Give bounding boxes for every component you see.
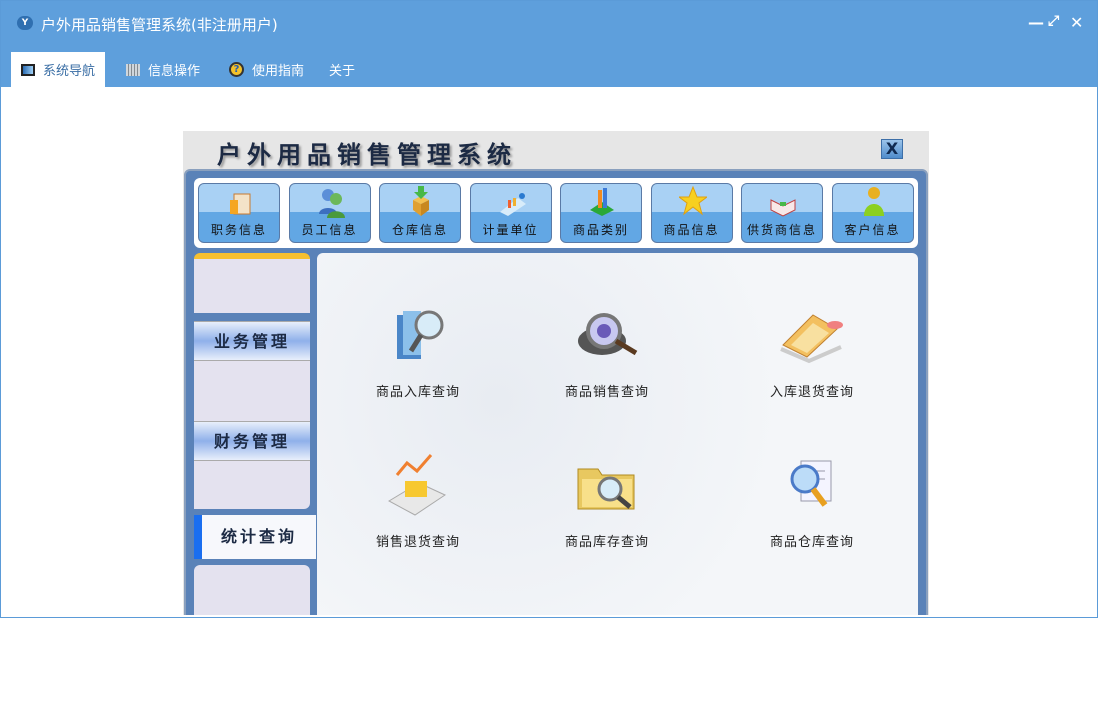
panel-title: 户外用品销售管理系统 <box>217 141 517 169</box>
toolbar-icon <box>318 189 345 218</box>
toolbar-icon <box>590 188 614 216</box>
toolbar-label: 商品信息 <box>663 223 720 237</box>
query-item-3[interactable]: 销售退货查询 <box>353 451 483 561</box>
main-window: Y 户外用品销售管理系统(非注册用户) — ⤢ ✕ 系统导航 信息操作 ? 使用指… <box>0 0 1098 618</box>
query-icon <box>578 313 638 356</box>
help-icon: ? <box>229 62 244 77</box>
toolbar-label: 员工信息 <box>301 223 358 237</box>
sidebar-item-statistics[interactable]: 统计查询 <box>194 515 316 559</box>
panel-frame: 职务信息 员工信息 仓库信息 计量单位 商品类别 商品信息 供货商信息 客户信息 业务管理 财… <box>184 169 928 615</box>
query-item-4[interactable]: 商品库存查询 <box>542 451 672 561</box>
query-label: 商品仓库查询 <box>769 535 854 550</box>
query-label: 商品库存查询 <box>564 535 649 550</box>
monitor-icon <box>21 63 35 76</box>
toolbar-button-3[interactable]: 计量单位 <box>469 183 552 243</box>
sidebar-panel <box>194 565 310 615</box>
tab-label: 系统导航 <box>43 64 96 79</box>
toolbar-icon <box>863 187 884 216</box>
query-item-0[interactable]: 商品入库查询 <box>353 301 483 411</box>
sidebar-item-finance[interactable]: 财务管理 <box>194 421 310 461</box>
query-icon <box>397 310 444 359</box>
query-icon <box>790 460 832 507</box>
toolbar-label: 客户信息 <box>844 223 901 237</box>
toolbar-button-0[interactable]: 职务信息 <box>198 183 280 243</box>
toolbar-icon <box>770 199 796 217</box>
content-area: 商品入库查询 商品销售查询 入库退货查询销售退货查询 商品库存查询 商品仓库查询 <box>317 253 918 615</box>
restore-button[interactable]: ⤢ <box>1048 13 1059 29</box>
grid-icon <box>126 63 140 76</box>
tab-system-nav[interactable]: 系统导航 <box>11 52 106 87</box>
toolbar-button-6[interactable]: 供货商信息 <box>741 183 823 243</box>
query-icon <box>780 314 843 364</box>
toolbar-label: 商品类别 <box>572 223 629 237</box>
toolbar-label: 计量单位 <box>482 223 539 237</box>
toolbar-icon <box>678 186 707 216</box>
toolbar-icon <box>230 193 251 215</box>
toolbar-label: 职务信息 <box>210 223 267 237</box>
toolbar-button-1[interactable]: 员工信息 <box>288 183 371 243</box>
toolbar-icon <box>499 193 526 216</box>
sidebar-item-business[interactable]: 业务管理 <box>194 321 310 361</box>
close-button[interactable]: ✕ <box>1070 13 1083 32</box>
tab-label: 信息操作 <box>148 64 201 79</box>
toolbar-button-2[interactable]: 仓库信息 <box>379 183 461 243</box>
toolbar-label: 供货商信息 <box>746 223 817 237</box>
query-label: 销售退货查询 <box>375 535 460 550</box>
tab-info-ops[interactable]: 信息操作 <box>116 52 210 87</box>
tab-about[interactable]: 关于 <box>319 52 365 87</box>
tab-user-guide[interactable]: ? 使用指南 <box>219 52 314 87</box>
query-item-1[interactable]: 商品销售查询 <box>542 301 672 411</box>
toolbar-label: 仓库信息 <box>391 223 448 237</box>
tab-label: 关于 <box>329 64 356 79</box>
toolbar-button-5[interactable]: 商品信息 <box>650 183 733 243</box>
query-icon <box>577 468 635 510</box>
tab-bar: 系统导航 信息操作 ? 使用指南 关于 <box>1 45 1097 87</box>
tab-label: 使用指南 <box>252 64 305 79</box>
window-title: 户外用品销售管理系统(非注册用户) <box>41 16 278 34</box>
query-item-5[interactable]: 商品仓库查询 <box>747 451 877 561</box>
panel-close-button[interactable]: X <box>881 139 903 159</box>
app-logo-icon: Y <box>17 16 33 30</box>
minimize-button[interactable]: — <box>1028 13 1044 32</box>
query-item-2[interactable]: 入库退货查询 <box>747 301 877 411</box>
sidebar-panel <box>194 361 310 421</box>
title-bar: Y 户外用品销售管理系统(非注册用户) — ⤢ ✕ <box>1 1 1097 45</box>
toolbar: 职务信息 员工信息 仓库信息 计量单位 商品类别 商品信息 供货商信息 客户信息 <box>194 178 918 248</box>
sidebar: 业务管理 财务管理 统计查询 <box>194 253 316 615</box>
sidebar-panel <box>194 253 310 313</box>
query-label: 入库退货查询 <box>769 385 854 400</box>
sidebar-panel <box>194 461 310 509</box>
query-icon <box>387 454 447 516</box>
query-label: 商品销售查询 <box>564 385 649 400</box>
nav-panel: 户外用品销售管理系统 X 职务信息 员工信息 仓库信息 计量单位 商品类别 商品信息 供货商… <box>183 131 929 615</box>
toolbar-button-7[interactable]: 客户信息 <box>831 183 914 243</box>
query-label: 商品入库查询 <box>375 385 460 400</box>
toolbar-icon <box>413 186 429 216</box>
toolbar-button-4[interactable]: 商品类别 <box>560 183 642 243</box>
